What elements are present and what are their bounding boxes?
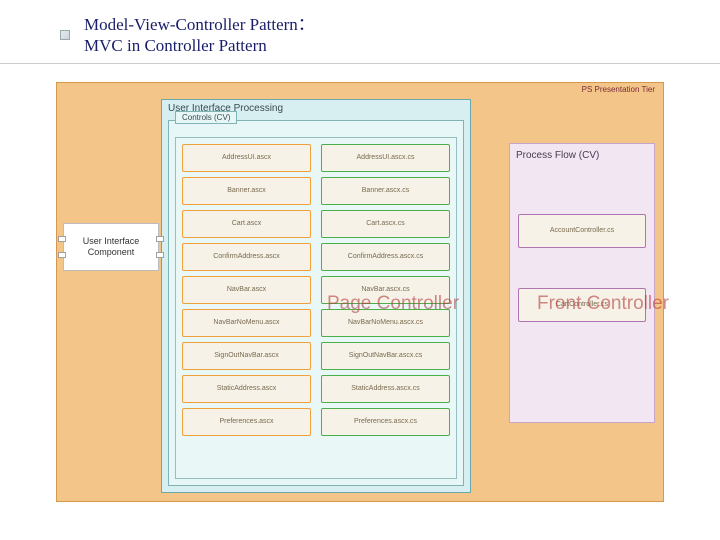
user-interface-component-label: User Interface Component — [66, 236, 156, 258]
controls-tab-label: Controls (CV) — [175, 111, 237, 124]
ascx-cs-column: AddressUI.ascx.cs Banner.ascx.cs Cart.ascx… — [321, 144, 450, 472]
title-line1: Model-View-Controller Pattern： — [84, 14, 720, 35]
ascx-file: SignOutNavBar.ascx — [182, 342, 311, 370]
process-flow-label: Process Flow (CV) — [516, 150, 599, 161]
ascx-cs-file: NavBar.ascx.cs — [321, 276, 450, 304]
port-icon — [156, 236, 164, 242]
ascx-file: NavBar.ascx — [182, 276, 311, 304]
ascx-file: ConfirmAddress.ascx — [182, 243, 311, 271]
diagram-canvas: PS Presentation Tier User Interface Proc… — [56, 82, 664, 502]
port-icon — [58, 236, 66, 242]
ascx-cs-file: SignOutNavBar.ascx.cs — [321, 342, 450, 370]
slide-title-block: Model-View-Controller Pattern： MVC in Co… — [0, 0, 720, 64]
ascx-file: AddressUI.ascx — [182, 144, 311, 172]
process-flow-body: AccountController.cs CartController.cs — [518, 214, 646, 322]
ascx-cs-file: Preferences.ascx.cs — [321, 408, 450, 436]
ascx-cs-file: NavBarNoMenu.ascx.cs — [321, 309, 450, 337]
ascx-file: NavBarNoMenu.ascx — [182, 309, 311, 337]
controls-inner: AddressUI.ascx Banner.ascx Cart.ascx Confir… — [175, 137, 457, 479]
ascx-cs-file: Cart.ascx.cs — [321, 210, 450, 238]
ascx-file: Preferences.ascx — [182, 408, 311, 436]
ascx-cs-file: Banner.ascx.cs — [321, 177, 450, 205]
ui-processing-box: User Interface Processing Controls (CV) … — [161, 99, 471, 493]
ascx-file: Banner.ascx — [182, 177, 311, 205]
ascx-file: StaticAddress.ascx — [182, 375, 311, 403]
ascx-column: AddressUI.ascx Banner.ascx Cart.ascx Confir… — [182, 144, 311, 472]
controller-file: CartController.cs — [518, 288, 646, 322]
process-flow-box: Process Flow (CV) AccountController.cs Ca… — [509, 143, 655, 423]
controls-outer: Controls (CV) AddressUI.ascxBanner.ascxC… — [168, 120, 464, 486]
presentation-tier-label: PS Presentation Tier — [582, 85, 655, 94]
controller-file: AccountController.cs — [518, 214, 646, 248]
ascx-cs-file: ConfirmAddress.ascx.cs — [321, 243, 450, 271]
ascx-file: Cart.ascx — [182, 210, 311, 238]
port-icon — [156, 252, 164, 258]
ascx-cs-file: StaticAddress.ascx.cs — [321, 375, 450, 403]
user-interface-component-box: User Interface Component — [63, 223, 159, 271]
bullet-icon — [60, 30, 70, 40]
title-line2: MVC in Controller Pattern — [84, 35, 720, 56]
ascx-cs-file: AddressUI.ascx.cs — [321, 144, 450, 172]
port-icon — [58, 252, 66, 258]
presentation-tier-box: PS Presentation Tier User Interface Proc… — [56, 82, 664, 502]
